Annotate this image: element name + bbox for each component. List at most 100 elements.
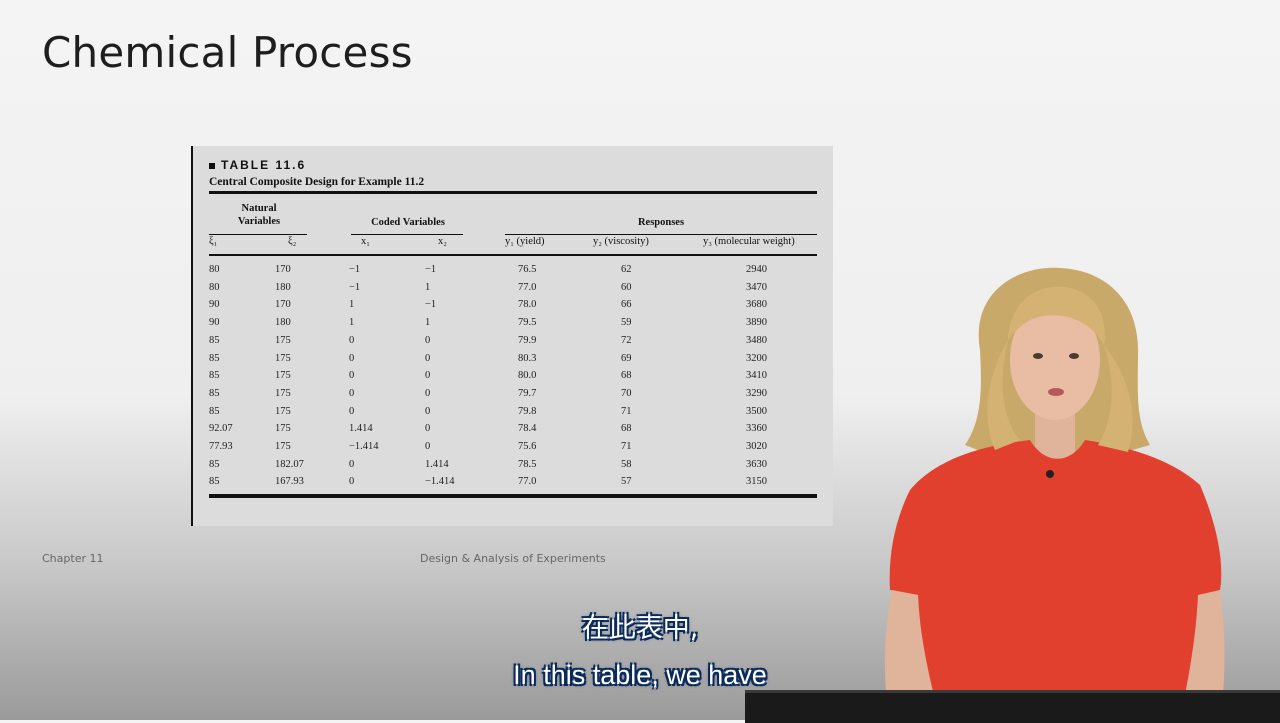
table-cell: 0	[349, 370, 355, 382]
table-row: 85 175 0 0 79.7 70 3290	[193, 388, 833, 405]
table-cell: 3360	[746, 423, 767, 435]
group-header-natural: Natural Variables	[229, 202, 289, 228]
table-row: 80 170 −1 −1 76.5 62 2940	[193, 264, 833, 281]
table-cell: 0	[349, 334, 355, 346]
table-cell: 167.93	[275, 476, 304, 488]
table-cell: 85	[209, 370, 220, 382]
table-cell: 78.5	[518, 458, 537, 470]
table-cell: 170	[275, 264, 291, 275]
table-cell: 3150	[746, 476, 767, 488]
table-cell: 75.6	[518, 441, 537, 452]
column-header: y₂ (viscosity)	[593, 236, 649, 247]
table-cell: 2940	[746, 264, 767, 275]
table-cell: 170	[275, 299, 291, 311]
table-cell: 0	[425, 423, 431, 435]
coded-rule	[351, 234, 463, 235]
table-cell: 182.07	[275, 458, 304, 470]
table-heading: TABLE 11.6	[209, 158, 306, 172]
table-cell: 3290	[746, 387, 767, 399]
table-cell: 0	[425, 441, 431, 452]
table-cell: 85	[209, 334, 220, 346]
table-cell: 3480	[746, 334, 767, 346]
column-header: ξ₁	[209, 236, 218, 247]
table-cell: 1	[349, 317, 355, 329]
table-cell: 80	[209, 264, 220, 275]
slide-title: Chemical Process	[42, 28, 413, 77]
table-row: 85 182.07 0 1.414 78.5 58 3630	[193, 459, 833, 476]
table-cell: −1.414	[349, 441, 379, 452]
table-cell: 175	[275, 405, 291, 417]
table-cell: 0	[425, 370, 431, 382]
table-cell: −1.414	[425, 476, 455, 488]
table-cell: 0	[349, 387, 355, 399]
table-cell: 71	[621, 405, 632, 417]
table-cell: 0	[425, 334, 431, 346]
column-header: y₃ (molecular weight)	[703, 236, 795, 247]
table-cell: 3680	[746, 299, 767, 311]
table-cell: 79.9	[518, 334, 537, 346]
table-cell: 70	[621, 387, 632, 399]
table-cell: 175	[275, 441, 291, 452]
column-header: x₁	[361, 236, 370, 247]
table-cell: 77.0	[518, 476, 537, 488]
table-cell: 71	[621, 441, 632, 452]
table-cell: 90	[209, 299, 220, 311]
table-cell: 175	[275, 334, 291, 346]
podium	[745, 690, 1280, 723]
table-cell: 80.0	[518, 370, 537, 382]
table-cell: 78.4	[518, 423, 537, 435]
column-header: ξ₂	[288, 236, 297, 247]
table-cell: 78.0	[518, 299, 537, 311]
table-cell: 0	[349, 405, 355, 417]
table-cell: 85	[209, 387, 220, 399]
table-figure: TABLE 11.6 Central Composite Design for …	[191, 146, 833, 526]
table-cell: 3470	[746, 281, 767, 293]
table-cell: 90	[209, 317, 220, 329]
group-header-coded: Coded Variables	[371, 217, 445, 228]
table-cell: 57	[621, 476, 632, 488]
table-cell: 59	[621, 317, 632, 329]
table-cell: 3020	[746, 441, 767, 452]
table-cell: 68	[621, 423, 632, 435]
table-cell: 3410	[746, 370, 767, 382]
table-cell: 1	[425, 317, 431, 329]
top-rule	[209, 191, 817, 194]
group-header-natural-line1: Natural	[241, 203, 277, 214]
group-header-natural-line2: Variables	[237, 216, 281, 227]
table-cell: 76.5	[518, 264, 537, 275]
table-cell: 77.0	[518, 281, 537, 293]
table-cell: 1	[349, 299, 355, 311]
table-cell: 3200	[746, 352, 767, 364]
table-cell: 62	[621, 264, 632, 275]
table-cell: 0	[425, 405, 431, 417]
table-cell: −1	[425, 299, 437, 311]
table-row: 90 170 1 −1 78.0 66 3680	[193, 299, 833, 316]
table-cell: 60	[621, 281, 632, 293]
table-row: 92.07 175 1.414 0 78.4 68 3360	[193, 423, 833, 440]
table-cell: −1	[349, 281, 361, 293]
table-row: 80 180 −1 1 77.0 60 3470	[193, 282, 833, 299]
table-row: 85 175 0 0 80.3 69 3200	[193, 353, 833, 370]
footer-course: Design & Analysis of Experiments	[420, 552, 606, 565]
table-cell: 66	[621, 299, 632, 311]
table-cell: 0	[425, 352, 431, 364]
natural-rule	[209, 234, 307, 235]
table-row: 85 175 0 0 79.9 72 3480	[193, 335, 833, 352]
table-cell: 180	[275, 317, 291, 329]
table-cell: −1	[349, 264, 361, 275]
presenter-figure	[884, 267, 1225, 720]
table-cell: 1	[425, 281, 431, 293]
table-cell: 175	[275, 387, 291, 399]
table-cell: 0	[349, 458, 355, 470]
table-row: 85 175 0 0 80.0 68 3410	[193, 370, 833, 387]
table-cell: 3630	[746, 458, 767, 470]
table-cell: 175	[275, 423, 291, 435]
table-row: 90 180 1 1 79.5 59 3890	[193, 317, 833, 334]
table-cell: 69	[621, 352, 632, 364]
table-cell: 0	[349, 352, 355, 364]
group-header-responses: Responses	[637, 217, 685, 228]
table-cell: 0	[425, 387, 431, 399]
table-heading-text: TABLE 11.6	[221, 158, 307, 172]
responses-rule	[505, 234, 817, 235]
header-rule	[209, 254, 817, 256]
